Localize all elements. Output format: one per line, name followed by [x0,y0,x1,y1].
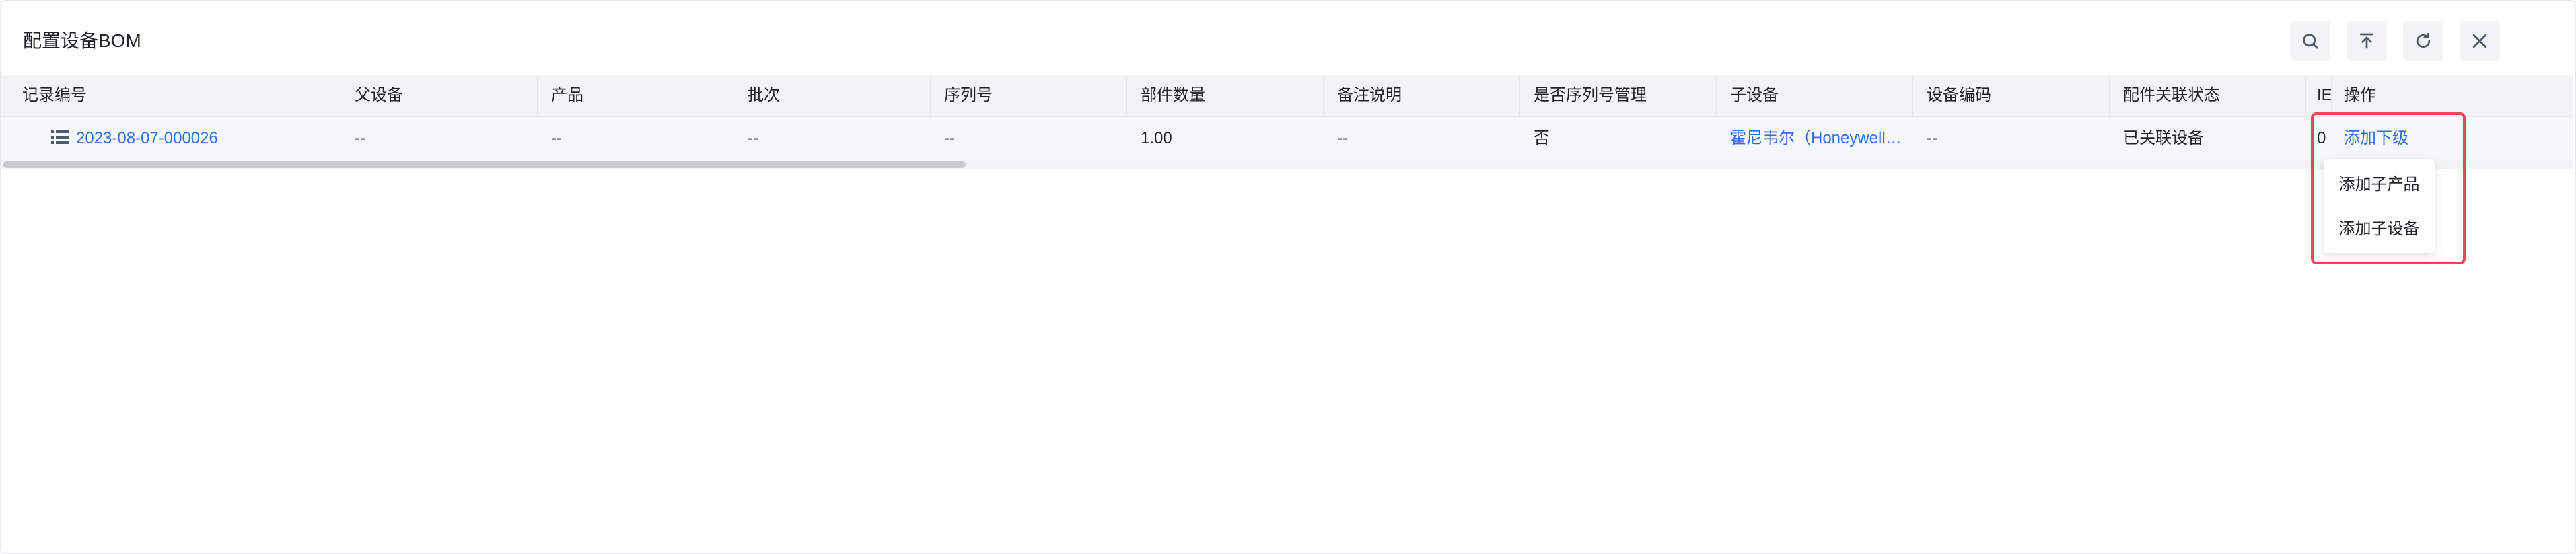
menu-item-add-child-product[interactable]: 添加子产品 [2324,163,2435,206]
col-batch[interactable]: 批次 [734,75,931,116]
cell-record-no[interactable]: 2023-08-07-000026 [9,117,341,160]
col-product[interactable]: 产品 [538,75,734,116]
upload-icon [2359,33,2374,49]
search-button[interactable] [2290,21,2330,61]
close-button[interactable] [2460,21,2500,61]
to-top-button[interactable] [2347,21,2387,61]
toolbar [2290,21,2500,61]
col-serial-managed[interactable]: 是否序列号管理 [1520,75,1717,116]
table-row: 2023-08-07-000026 -- -- -- -- 1.00 -- 否 … [1,117,2573,161]
cell-child-device-link[interactable]: 霍尼韦尔（Honeywell… [1717,117,1912,160]
dialog-title: 配置设备BOM [23,30,141,51]
cell-batch: -- [748,129,758,147]
cell-quantity: 1.00 [1141,129,1172,147]
search-icon [2303,34,2318,49]
cell-serial: -- [944,129,955,147]
col-child-device[interactable]: 子设备 [1717,75,1913,116]
tree-list-icon [51,130,69,144]
col-quantity[interactable]: 部件数量 [1127,75,1324,116]
cell-remark: -- [1337,129,1348,147]
refresh-button[interactable] [2403,21,2443,61]
bom-dialog: 配置设备BOM 记录编号 父设备 产品 批次 序列号 部件数量 备注说明 是否序… [0,0,2576,554]
cell-serial-managed: 否 [1534,129,1550,147]
col-serial[interactable]: 序列号 [931,75,1127,116]
record-no-link[interactable]: 2023-08-07-000026 [76,129,218,147]
col-remark[interactable]: 备注说明 [1324,75,1520,116]
col-record-no[interactable]: 记录编号 [9,75,341,116]
col-action: 操作 [2344,86,2376,104]
add-child-dropdown: 添加子产品 添加子设备 [2324,159,2435,253]
cell-device-code: -- [1927,129,1937,147]
table-header: 记录编号 父设备 产品 批次 序列号 部件数量 备注说明 是否序列号管理 子设备… [1,75,2573,117]
scroll-thumb[interactable] [3,161,966,168]
horizontal-scrollbar[interactable] [1,160,2573,169]
close-icon [2472,34,2487,48]
col-parent[interactable]: 父设备 [341,75,538,116]
refresh-icon [2416,33,2431,48]
cell-link-status: 已关联设备 [2123,129,2204,147]
menu-item-add-child-device[interactable]: 添加子设备 [2324,208,2435,251]
cell-parent: -- [355,129,365,147]
col-ie[interactable]: IE [2306,75,2332,116]
col-link-status[interactable]: 配件关联状态 [2110,75,2306,116]
col-device-code[interactable]: 设备编码 [1913,75,2110,116]
cell-product: -- [551,129,562,147]
